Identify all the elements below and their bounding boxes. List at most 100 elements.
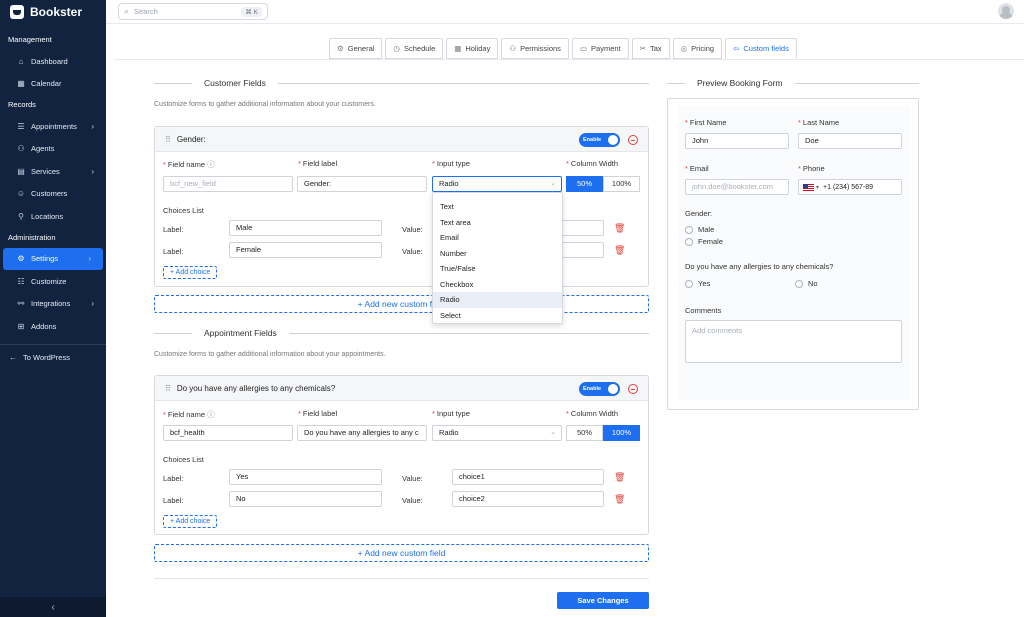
integrations-icon: ⚯ — [17, 299, 25, 309]
customer-fields-header: Customer Fields — [154, 78, 649, 88]
radio-female[interactable]: Female — [685, 237, 723, 246]
field-name-input[interactable]: bcf_new_field — [163, 176, 293, 192]
choice-label-input[interactable]: Female — [229, 242, 382, 258]
sidebar-item-customize[interactable]: ☷ Customize — [0, 270, 106, 293]
dropdown-option[interactable]: Checkbox — [433, 277, 562, 293]
customer-field-card: ⠿ Gender: Enable — [154, 126, 649, 287]
chevron-down-icon: ⌄ — [550, 180, 556, 187]
trash-icon[interactable]: 🗑 — [614, 495, 625, 504]
add-choice-button[interactable]: + Add choice — [163, 515, 218, 528]
dropdown-option[interactable]: Number — [433, 246, 562, 262]
sidebar-item-customers[interactable]: ☺ Customers — [0, 183, 106, 206]
sidebar-item-to-wordpress[interactable]: ← To WordPress — [0, 347, 106, 370]
tab-tax[interactable]: ✂ Tax — [631, 38, 670, 59]
general-icon: ⚙ — [337, 44, 344, 53]
width-50-button[interactable]: 50% — [566, 176, 603, 192]
radio-no[interactable]: No — [795, 279, 818, 288]
choice-label-input[interactable]: No — [229, 491, 382, 507]
help-icon: ⓘ — [207, 410, 215, 419]
user-avatar[interactable] — [998, 3, 1014, 19]
sidebar-item-appointments[interactable]: ☰ Appointments › — [0, 115, 106, 138]
width-100-button[interactable]: 100% — [603, 425, 640, 441]
trash-icon[interactable]: 🗑 — [614, 246, 625, 255]
chevron-left-icon: ‹ — [51, 601, 55, 613]
gender-label: Gender: — [685, 209, 713, 218]
email-label: * Email — [685, 164, 709, 173]
choice-value-caption: Value: — [402, 474, 423, 483]
field-label-label: * Field label — [298, 159, 338, 168]
choice-value-caption: Value: — [402, 496, 423, 505]
enable-toggle[interactable]: Enable — [579, 133, 620, 147]
us-flag-icon[interactable] — [803, 183, 814, 191]
sidebar-collapse-button[interactable]: ‹ — [0, 597, 106, 617]
choice-value-input[interactable]: choice2 — [452, 491, 604, 507]
customer-fields-description: Customize forms to gather additional inf… — [154, 101, 376, 108]
enable-toggle[interactable]: Enable — [579, 382, 620, 396]
comments-textarea[interactable]: Add comments — [685, 320, 902, 363]
dropdown-option[interactable]: Text area — [433, 215, 562, 231]
width-50-button[interactable]: 50% — [566, 425, 603, 441]
tab-pricing[interactable]: ◎ Pricing — [672, 38, 723, 59]
column-width-toggle: 50% 100% — [566, 176, 640, 192]
dropdown-option[interactable]: Select — [433, 308, 562, 324]
sidebar-item-services[interactable]: ▤ Services › — [0, 160, 106, 183]
width-100-button[interactable]: 100% — [603, 176, 640, 192]
trash-icon[interactable]: 🗑 — [614, 473, 625, 482]
radio-yes[interactable]: Yes — [685, 279, 710, 288]
radio-male[interactable]: Male — [685, 225, 714, 234]
trash-icon[interactable]: 🗑 — [614, 224, 625, 233]
save-changes-button[interactable]: Save Changes — [557, 592, 649, 609]
chevron-right-icon: › — [88, 254, 91, 264]
input-type-select[interactable]: Radio ⌄ — [432, 176, 562, 192]
field-label-label: * Field label — [298, 409, 338, 418]
email-input[interactable]: john.doe@bookster.com — [685, 179, 789, 195]
sidebar-item-calendar[interactable]: ▦ Calendar — [0, 73, 106, 96]
choice-value-caption: Value: — [402, 247, 423, 256]
choice-label-input[interactable]: Yes — [229, 469, 382, 485]
sidebar-item-locations[interactable]: ⚲ Locations — [0, 205, 106, 228]
payment-icon: ▭ — [579, 44, 588, 53]
dropdown-option[interactable]: Radio — [433, 292, 562, 308]
add-choice-button[interactable]: + Add choice — [163, 266, 218, 279]
remove-field-icon[interactable] — [628, 135, 638, 145]
search-icon: ⌕ — [124, 6, 130, 16]
sidebar-item-agents[interactable]: ⚇ Agents — [0, 138, 106, 161]
field-name-input[interactable]: bcf_health — [163, 425, 293, 441]
tab-general[interactable]: ⚙ General — [329, 38, 383, 59]
field-label-input[interactable]: Gender: — [297, 176, 427, 192]
sidebar-item-addons[interactable]: ⊞ Addons — [0, 315, 106, 338]
settings-tabs: ⚙ General ◷ Schedule ▦ Holiday ⚇ Permissions ▭ Pa… — [329, 38, 800, 59]
add-custom-field-button[interactable]: + Add new custom field — [154, 295, 649, 313]
appointment-fields-description: Customize forms to gather additional inf… — [154, 351, 386, 358]
tab-schedule[interactable]: ◷ Schedule — [385, 38, 444, 59]
choices-list-title: Choices List — [163, 455, 204, 464]
first-name-input[interactable]: John — [685, 133, 789, 149]
tab-permissions[interactable]: ⚇ Permissions — [501, 38, 569, 59]
field-label-input[interactable]: Do you have any allergies to any c — [297, 425, 427, 441]
dropdown-option[interactable]: True/False — [433, 261, 562, 277]
input-type-select[interactable]: Radio ⌄ — [432, 425, 562, 441]
dropdown-option[interactable]: Email — [433, 230, 562, 246]
last-name-input[interactable]: Doe — [798, 133, 902, 149]
drag-handle-icon[interactable]: ⠿ — [165, 384, 171, 393]
drag-handle-icon[interactable]: ⠿ — [165, 135, 171, 144]
choice-value-input[interactable]: choice1 — [452, 469, 604, 485]
tab-holiday[interactable]: ▦ Holiday — [446, 38, 499, 59]
phone-input[interactable]: ▾ +1 (234) 567-89 — [798, 179, 902, 195]
sidebar-item-dashboard[interactable]: ⌂ Dashboard — [0, 50, 106, 73]
sidebar-item-integrations[interactable]: ⚯ Integrations › — [0, 293, 106, 316]
app-logo[interactable]: Bookster — [0, 0, 106, 24]
choice-label-input[interactable]: Male — [229, 220, 382, 236]
agents-icon: ⚇ — [17, 144, 25, 154]
tab-payment[interactable]: ▭ Payment — [571, 38, 629, 59]
dropdown-option[interactable]: Text — [433, 199, 562, 215]
input-type-label: * Input type — [432, 159, 470, 168]
tab-custom-fields[interactable]: ⇦ Custom fields — [725, 38, 797, 59]
search-input[interactable]: ⌕ Search ⌘ K — [118, 3, 268, 20]
remove-field-icon[interactable] — [628, 384, 638, 394]
services-icon: ▤ — [17, 166, 25, 176]
sidebar-item-settings[interactable]: ⚙ Settings › — [3, 247, 103, 270]
add-custom-field-button[interactable]: + Add new custom field — [154, 544, 649, 562]
custom-fields-icon: ⇦ — [733, 44, 740, 53]
sidebar-section-title: Administration — [8, 232, 56, 242]
